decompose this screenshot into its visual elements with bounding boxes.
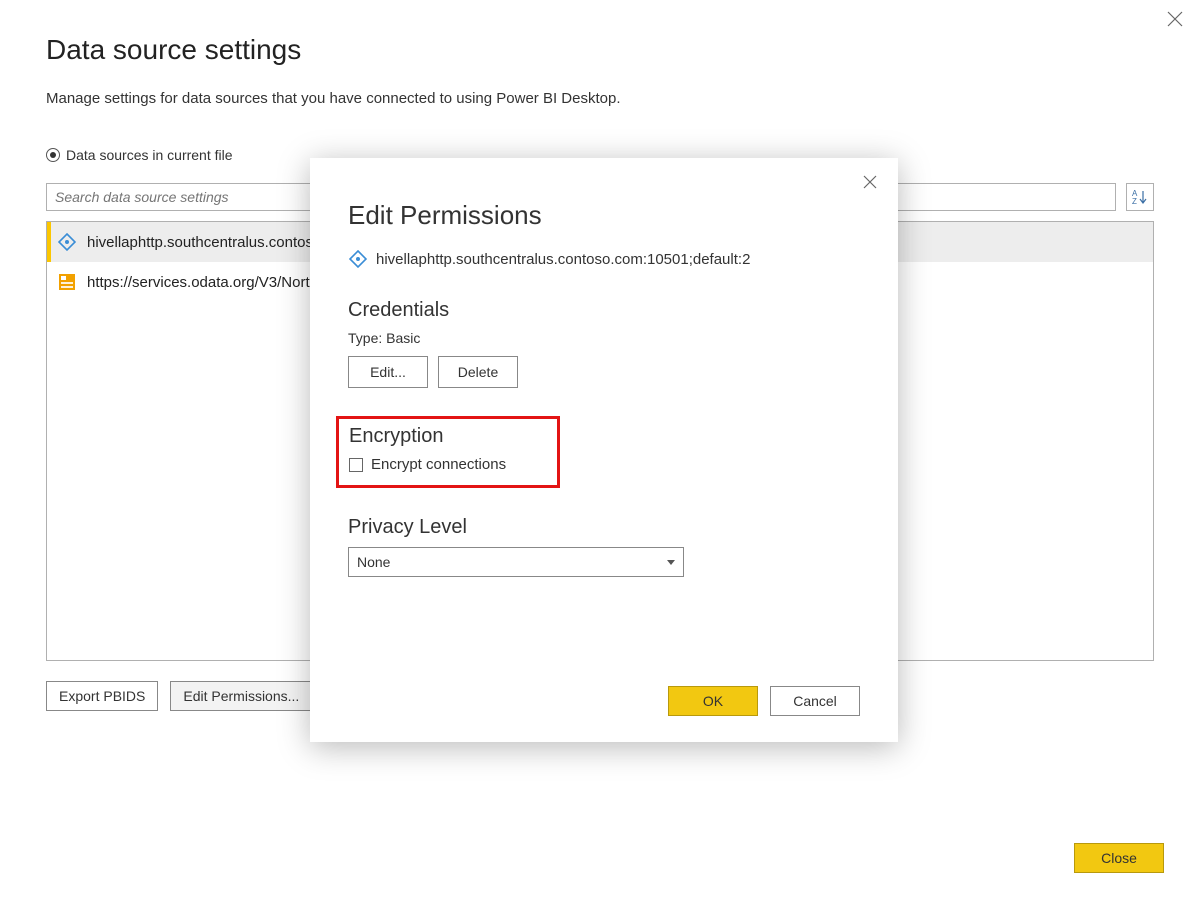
dialog-title: Edit Permissions [348,200,860,231]
credentials-heading: Credentials [348,299,860,322]
close-button[interactable]: Close [1074,843,1164,873]
edit-permissions-dialog: Edit Permissions hivellaphttp.southcentr… [310,158,898,742]
dialog-source-label: hivellaphttp.southcentralus.contoso.com:… [376,251,750,268]
credentials-edit-button[interactable]: Edit... [348,356,428,388]
sort-button[interactable]: A Z [1126,183,1154,211]
page-subtitle: Manage settings for data sources that yo… [46,90,1154,107]
radio-icon [46,148,60,162]
scope-radio-label: Data sources in current file [66,147,233,163]
diamond-icon [348,249,368,269]
ok-button[interactable]: OK [668,686,758,716]
credentials-delete-button[interactable]: Delete [438,356,518,388]
window-close-button[interactable] [1166,10,1186,30]
privacy-level-value: None [357,554,390,570]
encryption-heading: Encryption [349,425,547,448]
page-title: Data source settings [46,34,1154,66]
encrypt-connections-checkbox[interactable]: Encrypt connections [349,456,547,473]
diamond-icon [57,232,77,252]
odata-icon [57,272,77,292]
checkbox-icon [349,458,363,472]
chevron-down-icon [667,560,675,565]
encryption-highlight: Encryption Encrypt connections [336,416,560,488]
credentials-type: Type: Basic [348,330,860,346]
edit-permissions-button[interactable]: Edit Permissions... [170,681,312,711]
svg-text:Z: Z [1132,197,1137,206]
encrypt-connections-label: Encrypt connections [371,456,506,473]
export-pbids-button[interactable]: Export PBIDS [46,681,158,711]
privacy-heading: Privacy Level [348,516,860,539]
cancel-button[interactable]: Cancel [770,686,860,716]
dialog-close-button[interactable] [862,174,880,192]
privacy-level-select[interactable]: None [348,547,684,577]
